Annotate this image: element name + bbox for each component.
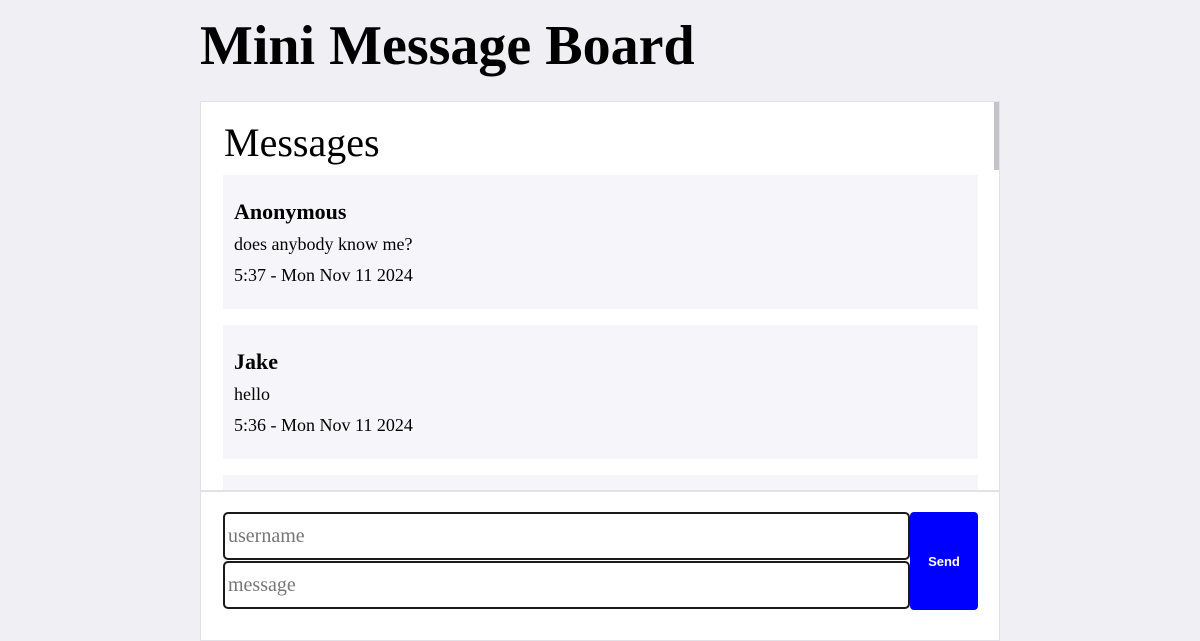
message-input[interactable] xyxy=(223,561,910,609)
page-title: Mini Message Board xyxy=(200,15,695,77)
message-timestamp: 5:36 - Mon Nov 11 2024 xyxy=(234,415,413,435)
message-username: Anonymous xyxy=(234,199,347,224)
message-item xyxy=(223,475,978,490)
message-board-card: Messages Anonymous does anybody know me?… xyxy=(200,101,1000,641)
message-text: hello xyxy=(234,384,270,404)
send-button[interactable]: Send xyxy=(910,512,978,610)
username-input[interactable] xyxy=(223,512,910,560)
message-text: does anybody know me? xyxy=(234,234,413,254)
scrollbar-thumb[interactable] xyxy=(994,102,999,170)
messages-list[interactable]: Messages Anonymous does anybody know me?… xyxy=(201,102,999,490)
message-item: Jake hello 5:36 - Mon Nov 11 2024 xyxy=(223,325,978,459)
new-message-form: Send xyxy=(201,490,999,640)
message-item: Anonymous does anybody know me? 5:37 - M… xyxy=(223,175,978,309)
message-username: Jake xyxy=(234,349,278,374)
message-timestamp: 5:37 - Mon Nov 11 2024 xyxy=(234,265,413,285)
messages-heading: Messages xyxy=(224,120,380,165)
